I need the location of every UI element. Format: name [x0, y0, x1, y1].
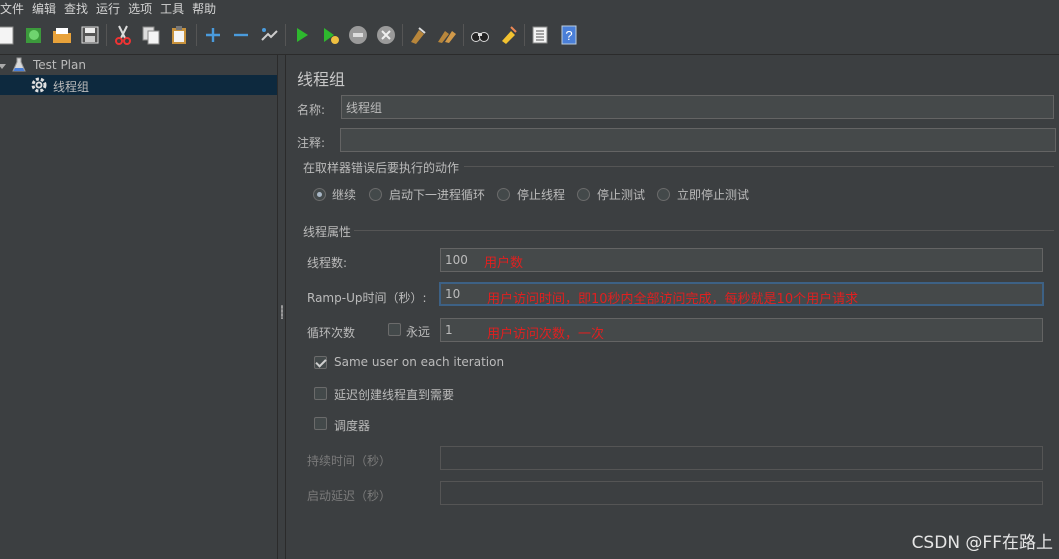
chevron-down-icon[interactable] [0, 60, 6, 74]
scheduler-checkbox[interactable] [314, 417, 327, 430]
duration-input[interactable] [440, 446, 1043, 470]
svg-text:?: ? [565, 28, 572, 43]
help-icon[interactable]: ? [557, 23, 581, 47]
copy-icon[interactable] [139, 23, 163, 47]
tree-row-thread-group[interactable]: 线程组 [0, 75, 277, 95]
reset-search-icon[interactable] [496, 23, 520, 47]
function-helper-icon[interactable] [528, 23, 552, 47]
name-field[interactable]: 线程组 [341, 95, 1054, 119]
start-no-pause-icon[interactable] [318, 23, 342, 47]
cut-icon[interactable] [111, 23, 135, 47]
shutdown-icon[interactable] [374, 23, 398, 47]
watermark: CSDN @FF在路上 [911, 533, 1053, 553]
name-label: 名称: [297, 103, 326, 117]
menu-options[interactable]: 选项 [124, 0, 156, 17]
rampup-label: Ramp-Up时间（秒）: [307, 291, 427, 305]
menu-file[interactable]: 文件 [0, 0, 28, 17]
loop-label: 循环次数 [307, 326, 356, 340]
rampup-annotation: 用户访问时间，即10秒内全部访问完成，每秒就是10个用户请求 [487, 292, 859, 307]
delay-thread-label: 延迟创建线程直到需要 [334, 388, 455, 402]
radio-stop-test[interactable] [577, 188, 590, 201]
toolbar: ? [0, 18, 1059, 55]
same-user-label: Same user on each iteration [334, 355, 505, 369]
delay-thread-checkbox[interactable] [314, 387, 327, 400]
error-action-title: 在取样器错误后要执行的动作 [303, 161, 460, 175]
menu-search[interactable]: 查找 [60, 0, 92, 17]
same-user-checkbox[interactable] [314, 356, 327, 369]
flask-icon [12, 57, 26, 76]
start-icon[interactable] [290, 23, 314, 47]
comment-field[interactable] [340, 128, 1056, 152]
forever-label: 永远 [406, 325, 431, 339]
menu-bar: 文件 编辑 查找 运行 选项 工具 帮助 [0, 0, 1059, 17]
radio-start-next-loop-label: 启动下一进程循环 [389, 188, 486, 202]
comment-label: 注释: [297, 136, 326, 150]
tree-item-label: 线程组 [53, 80, 90, 94]
clear-icon[interactable] [406, 23, 430, 47]
thread-props-title: 线程属性 [303, 225, 352, 239]
open-icon[interactable] [50, 23, 74, 47]
forever-checkbox[interactable] [388, 323, 401, 336]
new-icon[interactable] [0, 23, 18, 47]
radio-stop-test-now-label: 立即停止测试 [677, 188, 750, 202]
scheduler-label: 调度器 [334, 419, 371, 433]
loop-annotation: 用户访问次数，一次 [487, 327, 605, 342]
page-title: 线程组 [297, 70, 346, 89]
paste-icon[interactable] [167, 23, 191, 47]
toggle-icon[interactable] [257, 23, 281, 47]
radio-stop-test-now[interactable] [657, 188, 670, 201]
startup-delay-label: 启动延迟（秒） [307, 489, 392, 503]
radio-stop-thread[interactable] [497, 188, 510, 201]
stop-icon[interactable] [346, 23, 370, 47]
radio-continue-label: 继续 [332, 188, 357, 202]
radio-start-next-loop[interactable] [369, 188, 382, 201]
tree-item-label: Test Plan [33, 58, 86, 72]
menu-run[interactable]: 运行 [92, 0, 124, 17]
menu-help[interactable]: 帮助 [188, 0, 220, 17]
menu-edit[interactable]: 编辑 [28, 0, 60, 17]
test-plan-tree: Test Plan 线程组 [0, 55, 277, 559]
menu-tools[interactable]: 工具 [156, 0, 188, 17]
startup-delay-input[interactable] [440, 481, 1043, 505]
save-icon[interactable] [78, 23, 102, 47]
expand-icon[interactable] [201, 23, 225, 47]
radio-stop-thread-label: 停止线程 [517, 188, 566, 202]
collapse-icon[interactable] [229, 23, 253, 47]
clear-all-icon[interactable] [434, 23, 458, 47]
tree-row-test-plan[interactable]: Test Plan [0, 55, 277, 75]
templates-icon[interactable] [22, 23, 46, 47]
threads-input[interactable]: 100 [440, 248, 1043, 272]
radio-continue[interactable] [313, 188, 326, 201]
gear-icon [30, 76, 48, 97]
search-icon[interactable] [468, 23, 492, 47]
threads-label: 线程数: [307, 256, 348, 270]
thread-group-panel: 线程组 名称: 线程组 注释: 在取样器错误后要执行的动作 继续 启动下一进程循… [287, 55, 1059, 559]
duration-label: 持续时间（秒） [307, 454, 392, 468]
radio-stop-test-label: 停止测试 [597, 188, 646, 202]
splitter-handle[interactable] [277, 55, 286, 559]
threads-annotation: 用户数 [484, 256, 524, 271]
